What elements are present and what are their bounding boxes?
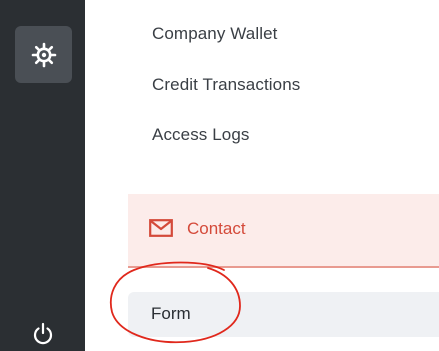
sub-item-form[interactable]: Form [128,292,439,337]
settings-button[interactable] [15,26,72,83]
gear-icon [31,42,56,67]
menu-item-company-wallet[interactable]: Company Wallet [152,24,277,44]
menu-item-credit-transactions[interactable]: Credit Transactions [152,75,300,95]
menu-item-access-logs[interactable]: Access Logs [152,125,249,145]
app-window: Company Wallet Credit Transactions Acces… [0,0,439,351]
power-icon [33,322,53,345]
logout-button[interactable] [28,318,58,348]
envelope-icon [149,219,173,237]
section-contact[interactable]: Contact [128,194,439,268]
sub-item-form-label: Form [151,304,191,323]
icon-rail [0,0,85,351]
section-contact-label: Contact [187,219,246,238]
